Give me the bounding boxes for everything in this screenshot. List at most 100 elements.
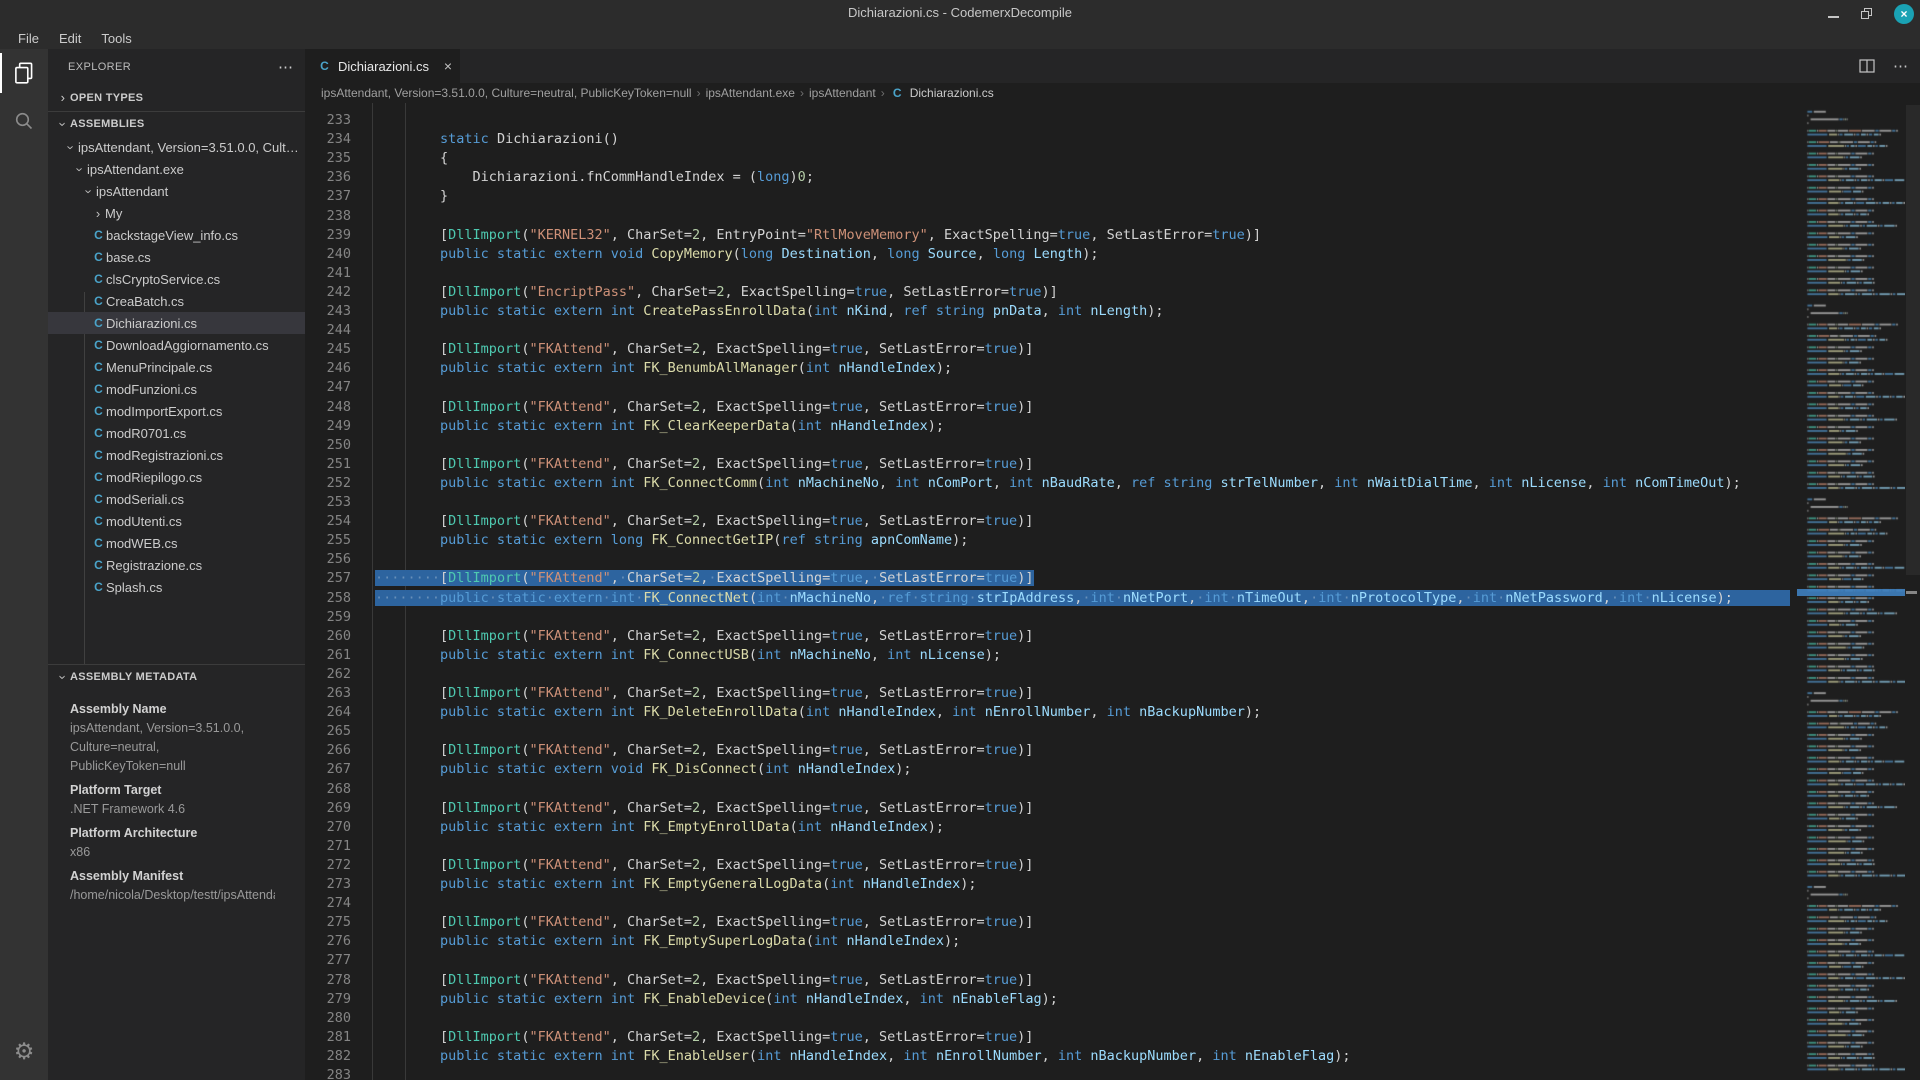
code-editor[interactable]: 233 234 static Dichiarazioni() 235 {236 Di… (305, 103, 1920, 1080)
code-line-275[interactable]: 275 [DllImport("FKAttend", CharSet=2, Ex… (305, 913, 1920, 932)
breadcrumb-file[interactable]: Dichiarazioni.cs (910, 86, 994, 100)
code-line-283[interactable]: 283 (305, 1066, 1920, 1080)
tree-item-base-cs[interactable]: Cbase.cs (48, 246, 305, 268)
code-line-258[interactable]: 258 ········public·static·extern·int·FK_C… (305, 589, 1920, 608)
code-line-242[interactable]: 242 [DllImport("EncriptPass", CharSet=2,… (305, 283, 1920, 302)
tree-item-modr0701-cs[interactable]: CmodR0701.cs (48, 422, 305, 444)
tree-item-dichiarazioni-cs[interactable]: C Dichiarazioni.cs (48, 312, 305, 334)
code-line-252[interactable]: 252 public static extern int FK_ConnectC… (305, 474, 1920, 493)
tree-item-my[interactable]: › My (48, 202, 305, 224)
tree-item-modweb-cs[interactable]: CmodWEB.cs (48, 532, 305, 554)
breadcrumb-namespace[interactable]: ipsAttendant (809, 86, 876, 100)
tree-item-modfunzioni-cs[interactable]: CmodFunzioni.cs (48, 378, 305, 400)
code-line-246[interactable]: 246 public static extern int FK_BenumbAl… (305, 359, 1920, 378)
tree-item-ipsattendant-version-3-51-0-0-[interactable]: › ipsAttendant, Version=3.51.0.0, Culture… (48, 136, 306, 158)
close-icon[interactable]: × (1894, 3, 1914, 24)
code-token: int (1057, 303, 1083, 319)
code-line-268[interactable]: 268 (305, 780, 1920, 799)
tree-item-modutenti-cs[interactable]: CmodUtenti.cs (48, 510, 305, 532)
tree-item-backstageview-info-cs[interactable]: CbackstageView_info.cs (48, 224, 305, 246)
tree-item-splash-cs[interactable]: C Splash.cs (48, 576, 305, 598)
tab-dichiarazioni[interactable]: C Dichiarazioni.cs × (305, 49, 460, 83)
code-line-240[interactable]: 240 public static extern void CopyMemory… (305, 245, 1920, 264)
csharp-file-icon: C (94, 536, 103, 550)
menu-tools[interactable]: Tools (91, 27, 141, 49)
code-line-257[interactable]: 257 ········[DllImport("FKAttend",·CharSe… (305, 569, 1920, 588)
code-line-237[interactable]: 237 } (305, 187, 1920, 206)
code-line-253[interactable]: 253 (305, 493, 1920, 512)
code-line-239[interactable]: 239 [DllImport("KERNEL32", CharSet=2, En… (305, 226, 1920, 245)
code-line-248[interactable]: 248 [DllImport("FKAttend", CharSet=2, Ex… (305, 398, 1920, 417)
split-editor-icon[interactable] (1859, 58, 1875, 74)
code-line-260[interactable]: 260 [DllImport("FKAttend", CharSet=2, Ex… (305, 627, 1920, 646)
tree-item-ipsattendant-exe[interactable]: › ipsAttendant.exe (48, 158, 305, 180)
tree-item-clscryptoservice-cs[interactable]: CclsCryptoService.cs (48, 268, 305, 290)
manage-button[interactable]: ⚙ (0, 1030, 48, 1074)
code-line-251[interactable]: 251 [DllImport("FKAttend", CharSet=2, Ex… (305, 455, 1920, 474)
code-line-259[interactable]: 259 (305, 608, 1920, 627)
code-line-249[interactable]: 249 public static extern int FK_ClearKee… (305, 417, 1920, 436)
editor-scrollbar[interactable] (1906, 105, 1920, 575)
breadcrumb-assembly[interactable]: ipsAttendant, Version=3.51.0.0, Culture=… (321, 86, 692, 100)
code-line-235[interactable]: 235 { (305, 149, 1920, 168)
code-line-277[interactable]: 277 (305, 951, 1920, 970)
code-line-278[interactable]: 278 [DllImport("FKAttend", CharSet=2, Ex… (305, 971, 1920, 990)
code-line-254[interactable]: 254 [DllImport("FKAttend", CharSet=2, Ex… (305, 512, 1920, 531)
code-line-281[interactable]: 281 [DllImport("FKAttend", CharSet=2, Ex… (305, 1028, 1920, 1047)
code-line-274[interactable]: 274 (305, 894, 1920, 913)
line-number: 273 (326, 876, 351, 892)
code-line-255[interactable]: 255 public static extern long FK_Connect… (305, 531, 1920, 550)
code-line-247[interactable]: 247 (305, 378, 1920, 397)
code-line-263[interactable]: 263 [DllImport("FKAttend", CharSet=2, Ex… (305, 684, 1920, 703)
tree-item-creabatch-cs[interactable]: C CreaBatch.cs (48, 290, 305, 312)
code-line-271[interactable]: 271 (305, 837, 1920, 856)
code-line-238[interactable]: 238 (305, 207, 1920, 226)
tree-item-modriepilogo-cs[interactable]: CmodRiepilogo.cs (48, 466, 305, 488)
code-line-272[interactable]: 272 [DllImport("FKAttend", CharSet=2, Ex… (305, 856, 1920, 875)
code-line-244[interactable]: 244 (305, 321, 1920, 340)
code-line-241[interactable]: 241 (305, 264, 1920, 283)
code-line-280[interactable]: 280 (305, 1009, 1920, 1028)
code-line-282[interactable]: 282 public static extern int FK_EnableUs… (305, 1047, 1920, 1066)
code-token: ; (805, 169, 814, 186)
code-line-265[interactable]: 265 (305, 722, 1920, 741)
tree-item-ipsattendant[interactable]: › ipsAttendant (48, 180, 305, 202)
code-line-276[interactable]: 276 public static extern int FK_EmptySup… (305, 932, 1920, 951)
code-line-273[interactable]: 273 public static extern int FK_EmptyGen… (305, 875, 1920, 894)
code-token: ); (1716, 589, 1733, 606)
assembly-metadata-section[interactable]: › ASSEMBLY METADATA (48, 665, 305, 689)
tree-item-downloadaggiornamento-cs[interactable]: C DownloadAggiornamento.cs (48, 334, 305, 356)
minimize-icon[interactable] (1828, 15, 1839, 18)
breadcrumb-module[interactable]: ipsAttendant.exe (706, 86, 795, 100)
menu-file[interactable]: File (8, 27, 49, 49)
code-line-267[interactable]: 267 public static extern void FK_DisConn… (305, 760, 1920, 779)
code-line-270[interactable]: 270 public static extern int FK_EmptyEnr… (305, 818, 1920, 837)
code-line-262[interactable]: 262 (305, 665, 1920, 684)
code-line-264[interactable]: 264 public static extern int FK_DeleteEn… (305, 703, 1920, 722)
code-line-250[interactable]: 250 (305, 436, 1920, 455)
tree-item-modimportexport-cs[interactable]: CmodImportExport.cs (48, 400, 305, 422)
code-line-233[interactable]: 233 (305, 111, 1920, 130)
tree-item-registrazione-cs[interactable]: C Registrazione.cs (48, 554, 305, 576)
tree-item-menuprincipale-cs[interactable]: C MenuPrincipale.cs (48, 356, 305, 378)
tree-item-modseriali-cs[interactable]: CmodSeriali.cs (48, 488, 305, 510)
more-actions-icon[interactable]: ⋯ (1893, 57, 1908, 75)
code-line-243[interactable]: 243 public static extern int CreatePassE… (305, 302, 1920, 321)
tree-item-modregistrazioni-cs[interactable]: CmodRegistrazioni.cs (48, 444, 305, 466)
code-line-256[interactable]: 256 (305, 550, 1920, 569)
code-line-279[interactable]: 279 public static extern int FK_EnableDe… (305, 990, 1920, 1009)
menu-edit[interactable]: Edit (49, 27, 91, 49)
restore-icon[interactable] (1861, 8, 1872, 19)
open-types-section[interactable]: › OPEN TYPES (48, 84, 305, 112)
assemblies-section[interactable]: › ASSEMBLIES (48, 112, 305, 136)
search-tab-icon[interactable] (0, 97, 48, 145)
tab-close-icon[interactable]: × (444, 58, 452, 74)
code-line-236[interactable]: 236 Dichiarazioni.fnCommHandleIndex = (l… (305, 168, 1920, 187)
code-line-234[interactable]: 234 static Dichiarazioni() (305, 130, 1920, 149)
code-line-269[interactable]: 269 [DllImport("FKAttend", CharSet=2, Ex… (305, 799, 1920, 818)
code-line-261[interactable]: 261 public static extern int FK_ConnectU… (305, 646, 1920, 665)
code-line-245[interactable]: 245 [DllImport("FKAttend", CharSet=2, Ex… (305, 340, 1920, 359)
explorer-tab-icon[interactable] (0, 49, 48, 97)
code-line-266[interactable]: 266 [DllImport("FKAttend", CharSet=2, Ex… (305, 741, 1920, 760)
more-actions-icon[interactable]: ⋯ (278, 58, 293, 76)
